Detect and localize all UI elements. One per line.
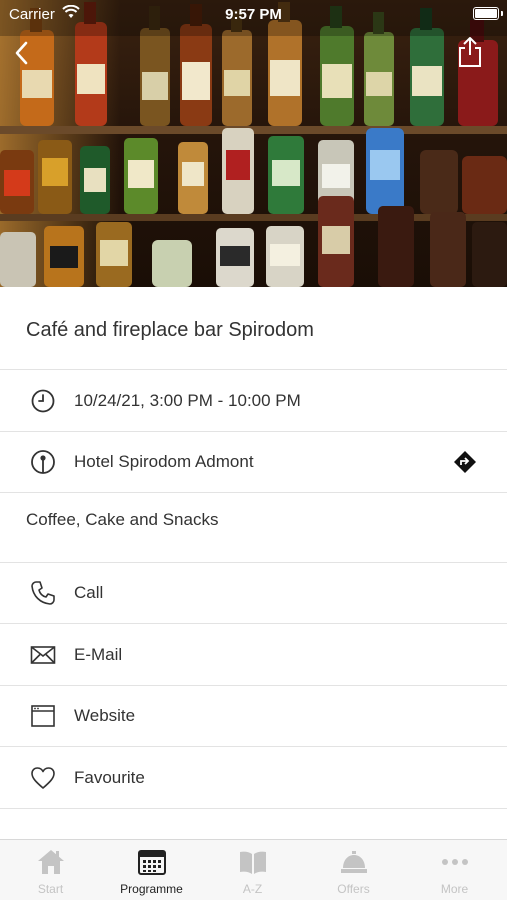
- book-icon: [238, 847, 268, 877]
- tab-label-offers: Offers: [337, 882, 370, 896]
- directions-icon[interactable]: [453, 450, 477, 474]
- status-bar: Carrier 9:57 PM: [0, 0, 507, 30]
- browser-window-icon: [30, 703, 56, 729]
- email-row[interactable]: E-Mail: [0, 624, 507, 686]
- event-datetime-row: 10/24/21, 3:00 PM - 10:00 PM: [0, 370, 507, 432]
- tab-label-more: More: [440, 882, 469, 896]
- tab-bar: Start Programme A-Z Offers More: [0, 839, 507, 900]
- event-title-section: Café and fireplace bar Spirodom: [0, 287, 507, 370]
- tab-label-start: Start: [37, 882, 64, 896]
- service-bell-icon: [339, 847, 369, 877]
- back-button[interactable]: [10, 38, 36, 68]
- battery-tip: [501, 11, 503, 16]
- tab-programme[interactable]: Programme: [101, 840, 202, 900]
- tab-offers[interactable]: Offers: [303, 840, 404, 900]
- home-icon: [36, 847, 66, 877]
- heart-icon: [30, 765, 56, 791]
- phone-icon: [30, 580, 56, 606]
- event-location: Hotel Spirodom Admont: [74, 452, 254, 471]
- battery-icon: [473, 7, 499, 20]
- clock-icon: [30, 388, 56, 414]
- event-location-row[interactable]: Hotel Spirodom Admont: [0, 431, 507, 493]
- share-icon: [459, 37, 481, 67]
- website-label: Website: [74, 706, 136, 725]
- event-title: Café and fireplace bar Spirodom: [26, 319, 314, 341]
- share-button[interactable]: [457, 36, 483, 68]
- call-label: Call: [74, 583, 104, 602]
- more-dots-icon: [440, 847, 470, 877]
- map-pin-icon: [30, 449, 56, 475]
- favourite-label: Favourite: [74, 768, 145, 787]
- tab-more[interactable]: More: [404, 840, 505, 900]
- email-label: E-Mail: [74, 645, 123, 664]
- tab-label-a-z: A-Z: [242, 882, 263, 896]
- tab-a-z[interactable]: A-Z: [202, 840, 303, 900]
- status-time: 9:57 PM: [225, 6, 282, 23]
- favourite-row[interactable]: Favourite: [0, 747, 507, 809]
- call-row[interactable]: Call: [0, 562, 507, 624]
- chevron-left-icon: [15, 41, 28, 65]
- website-row[interactable]: Website: [0, 685, 507, 747]
- event-datetime: 10/24/21, 3:00 PM - 10:00 PM: [74, 391, 301, 410]
- event-description-section: Coffee, Cake and Snacks: [0, 492, 507, 563]
- tab-label-programme: Programme: [120, 882, 183, 896]
- calendar-icon: [137, 847, 167, 877]
- event-description: Coffee, Cake and Snacks: [26, 510, 219, 529]
- bar-bottles-photo: [0, 0, 507, 287]
- tab-start[interactable]: Start: [0, 840, 101, 900]
- envelope-icon: [30, 642, 56, 668]
- hero-image: Carrier 9:57 PM: [0, 0, 507, 287]
